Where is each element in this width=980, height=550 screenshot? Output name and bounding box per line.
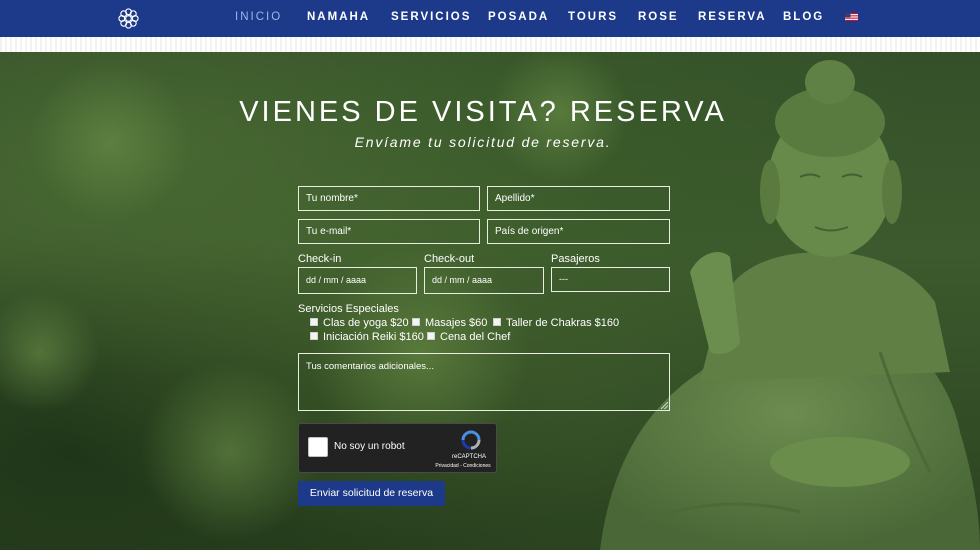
chef-dinner-option-label: Cena del Chef <box>440 331 511 343</box>
massage-checkbox[interactable] <box>412 318 420 326</box>
recaptcha-logo-icon <box>461 430 481 450</box>
first-name-field[interactable]: Tu nombre* <box>298 186 480 211</box>
nav-item-namaha[interactable]: NAMAHA <box>307 0 370 37</box>
checkout-label: Check-out <box>424 253 475 265</box>
recaptcha-links[interactable]: Privacidad - Condiciones <box>427 463 499 469</box>
guests-select[interactable]: --- <box>551 267 670 292</box>
yoga-checkbox[interactable] <box>310 318 318 326</box>
nav-item-blog[interactable]: BLOG <box>783 0 824 37</box>
recaptcha-label: No soy un robot <box>334 441 405 452</box>
recaptcha-widget: No soy un robot reCAPTCHA Privacidad - C… <box>298 423 497 473</box>
checkin-date-input[interactable]: dd / mm / aaaa <box>298 267 417 294</box>
nav-item-tours[interactable]: TOURS <box>568 0 618 37</box>
yoga-option-label: Clas de yoga $20 <box>323 317 409 329</box>
comments-placeholder: Tus comentarios adicionales... <box>306 361 434 372</box>
us-flag-icon[interactable] <box>845 13 858 21</box>
guests-label: Pasajeros <box>551 253 600 265</box>
reservation-hero: VIENES DE VISITA? RESERVA Envíame tu sol… <box>0 52 980 550</box>
last-name-field[interactable]: Apellido* <box>487 186 670 211</box>
page-subtitle: Envíame tu solicitud de reserva. <box>354 134 612 150</box>
services-label: Servicios Especiales <box>298 303 399 315</box>
country-field[interactable]: País de origen* <box>487 219 670 244</box>
comments-textarea[interactable]: Tus comentarios adicionales... <box>298 353 670 411</box>
nav-item-servicios[interactable]: SERVICIOS <box>391 0 471 37</box>
checkin-label: Check-in <box>298 253 342 265</box>
nav-item-posada[interactable]: POSADA <box>488 0 549 37</box>
decorative-border <box>0 37 980 52</box>
chakras-option-label: Taller de Chakras $160 <box>506 317 620 329</box>
reiki-checkbox[interactable] <box>310 332 318 340</box>
mandala-logo-icon[interactable] <box>117 7 140 30</box>
nav-item-reserva[interactable]: RESERVA <box>698 0 767 37</box>
chef-dinner-checkbox[interactable] <box>427 332 435 340</box>
resize-grip-icon[interactable] <box>661 402 668 409</box>
nav-item-inicio[interactable]: INICIO <box>235 0 282 37</box>
page-title: VIENES DE VISITA? RESERVA <box>239 96 727 128</box>
recaptcha-brand: reCAPTCHA <box>451 454 486 460</box>
checkout-date-input[interactable]: dd / mm / aaaa <box>424 267 544 294</box>
recaptcha-checkbox[interactable] <box>308 437 328 457</box>
email-field[interactable]: Tu e-mail* <box>298 219 480 244</box>
submit-reservation-button[interactable]: Enviar solicitud de reserva <box>298 481 445 506</box>
top-nav: INICIO NAMAHA SERVICIOS POSADA TOURS ROS… <box>0 0 980 37</box>
reiki-option-label: Iniciación Reiki $160 <box>323 331 424 343</box>
massage-option-label: Masajes $60 <box>425 317 488 329</box>
chakras-checkbox[interactable] <box>493 318 501 326</box>
nav-item-rose[interactable]: ROSE <box>638 0 679 37</box>
